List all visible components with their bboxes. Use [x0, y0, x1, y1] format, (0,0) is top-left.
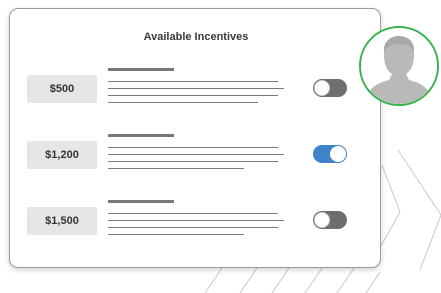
toggle-knob: [314, 212, 330, 228]
toggle-knob: [314, 80, 330, 96]
user-silhouette-icon: [361, 28, 437, 104]
panel-title: Available Incentives: [143, 31, 249, 43]
incentives-scene: Available Incentives $500 $1,200 $1,500: [0, 0, 441, 293]
placeholder-line: [108, 88, 284, 89]
description-placeholder-lines: [108, 65, 288, 115]
incentive-toggle[interactable]: [313, 145, 347, 163]
placeholder-line: [108, 147, 278, 148]
incentive-row-1: $500: [10, 65, 382, 115]
incentive-row-3: $1,500: [10, 197, 382, 247]
toggle-knob: [330, 146, 346, 162]
placeholder-line: [108, 213, 278, 214]
placeholder-line: [108, 95, 278, 96]
description-placeholder-lines: [108, 197, 288, 247]
incentive-amount: $500: [27, 75, 97, 103]
incentive-amount: $1,200: [27, 141, 97, 169]
placeholder-line: [108, 220, 284, 221]
placeholder-line: [108, 227, 278, 228]
placeholder-line: [108, 154, 284, 155]
placeholder-line: [108, 234, 244, 235]
incentive-toggle[interactable]: [313, 211, 347, 229]
description-placeholder-lines: [108, 131, 288, 181]
placeholder-line: [108, 134, 174, 137]
placeholder-line: [108, 200, 174, 203]
incentive-amount: $1,500: [27, 207, 97, 235]
incentive-row-2: $1,200: [10, 131, 382, 181]
placeholder-line: [108, 68, 174, 71]
incentive-toggle[interactable]: [313, 79, 347, 97]
placeholder-line: [108, 81, 278, 82]
placeholder-line: [108, 102, 258, 103]
incentives-panel: Available Incentives $500 $1,200 $1,500: [9, 8, 381, 268]
user-avatar: [359, 26, 439, 106]
placeholder-line: [108, 161, 278, 162]
placeholder-line: [108, 168, 244, 169]
